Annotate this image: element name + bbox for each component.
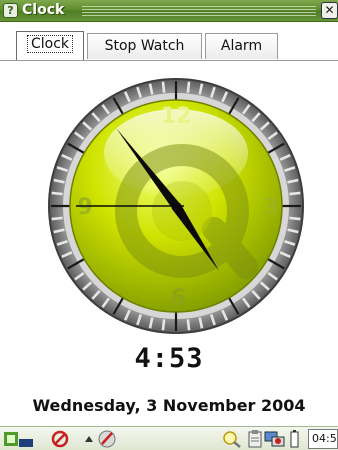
close-icon: ✕ [324,3,335,17]
title-bar-stripes [82,6,316,16]
taskbar: 04:5 [0,426,338,450]
clock-minor-tick [161,319,166,331]
up-arrow-icon[interactable] [83,430,95,448]
clock-number-12: 12 [161,104,192,129]
network-icon[interactable] [264,430,286,448]
clock-number-3: 3 [263,195,278,220]
clock-minor-tick [186,319,191,331]
digital-time: 4:53 [134,343,204,374]
tab-stop-watch-label: Stop Watch [104,38,185,54]
taskbar-time[interactable]: 04:5 [308,429,338,449]
clock-number-9: 9 [77,195,92,220]
tab-stop-watch[interactable]: Stop Watch [87,33,202,59]
date-text: Wednesday, 3 November 2004 [32,396,306,415]
clock-minor-tick [51,216,63,221]
clock-minor-tick [51,191,63,196]
tab-clock-label: Clock [26,35,74,53]
tab-alarm[interactable]: Alarm [205,33,278,59]
clipboard-icon[interactable] [248,430,262,448]
clock-minor-tick [289,216,301,221]
clock-minor-tick [161,81,166,93]
qtopia-launcher-icon[interactable] [4,430,34,448]
analog-clock: 12 3 6 9 [48,78,304,334]
close-button[interactable]: ✕ [321,2,338,19]
tab-clock[interactable]: Clock [16,31,84,61]
clock-minor-tick [186,81,191,93]
tab-alarm-label: Alarm [220,38,263,54]
clock-number-6: 6 [170,286,185,311]
pen-icon[interactable] [96,430,118,448]
window-title: Clock [22,2,65,18]
clock-minor-tick [289,191,301,196]
title-bar: ? Clock ✕ [0,0,338,22]
help-icon[interactable]: ? [3,3,18,18]
tab-bar: Clock Stop Watch Alarm [0,22,338,61]
no-entry-icon[interactable] [50,430,70,448]
magnifier-icon[interactable] [222,430,242,448]
battery-icon[interactable] [290,430,300,448]
